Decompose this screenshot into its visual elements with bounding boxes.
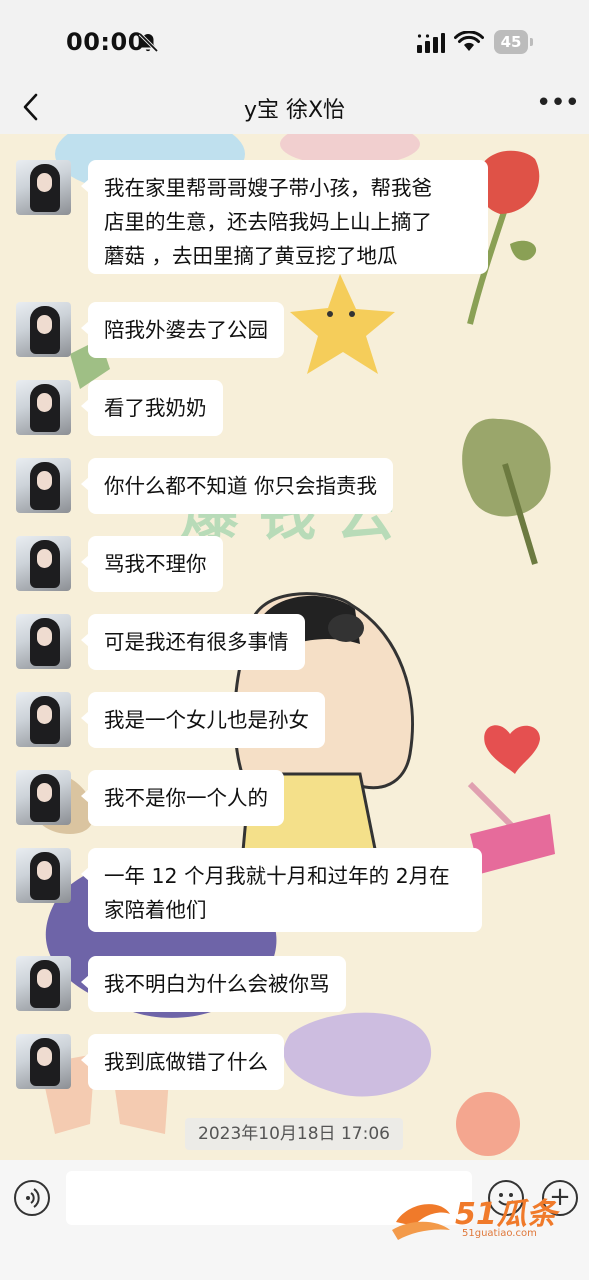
input-bar: + 51瓜条 51guatiao.com <box>0 1160 589 1280</box>
avatar[interactable] <box>16 848 71 903</box>
message-bubble[interactable]: 你什么都不知道 你只会指责我 <box>80 458 394 514</box>
message-bubble[interactable]: 可是我还有很多事情 <box>81 614 305 670</box>
battery-icon: 45 <box>494 30 534 54</box>
chat-title: y宝 徐X怡 <box>243 98 346 123</box>
avatar[interactable] <box>16 160 71 215</box>
watermark-brand: 51瓜条 <box>455 1197 557 1232</box>
avatar[interactable] <box>16 302 71 357</box>
message-timestamp: 2023年10月18日 17:06 <box>185 1118 403 1150</box>
cellular-signal-icon <box>417 33 445 53</box>
avatar[interactable] <box>16 1034 71 1089</box>
message-bubble[interactable]: 我不是你一个人的 <box>81 770 284 826</box>
chat-header: y宝 徐X怡 ••• <box>0 80 589 134</box>
avatar[interactable] <box>16 956 71 1011</box>
message-bubble[interactable]: 我到底做错了什么 <box>81 1034 284 1090</box>
avatar[interactable] <box>16 380 71 435</box>
status-bar: 00:00 45 <box>0 0 589 80</box>
avatar[interactable] <box>16 770 71 825</box>
message-bubble[interactable]: 我是一个女儿也是孙女 <box>81 692 325 748</box>
chat-area[interactable]: 爆 钱 云 我在家里帮哥哥嫂子带小孩，帮我爸 店里的生意，还去陪我妈上山上摘了 … <box>0 134 589 1160</box>
avatar[interactable] <box>16 692 71 747</box>
battery-level: 45 <box>494 30 528 54</box>
wifi-icon <box>454 31 484 51</box>
voice-input-icon[interactable] <box>14 1180 50 1216</box>
message-bubble[interactable]: 一年 12 个月我就十月和过年的 2月在 家陪着他们 <box>81 848 482 932</box>
message-bubble[interactable]: 骂我不理你 <box>81 536 223 592</box>
message-bubble[interactable]: 我在家里帮哥哥嫂子带小孩，帮我爸 店里的生意，还去陪我妈上山上摘了 蘑菇 ，去田… <box>81 160 488 274</box>
avatar[interactable] <box>16 536 71 591</box>
watermark-url: 51guatiao.com <box>462 1228 537 1239</box>
message-bubble[interactable]: 我不明白为什么会被你骂 <box>81 956 346 1012</box>
message-bubble[interactable]: 看了我奶奶 <box>81 380 223 436</box>
avatar[interactable] <box>16 458 71 513</box>
message-bubble[interactable]: 陪我外婆去了公园 <box>81 302 284 358</box>
more-options-icon[interactable]: ••• <box>536 90 580 122</box>
avatar[interactable] <box>16 614 71 669</box>
bell-muted-icon <box>138 32 159 53</box>
status-time: 00:00 <box>66 28 145 56</box>
